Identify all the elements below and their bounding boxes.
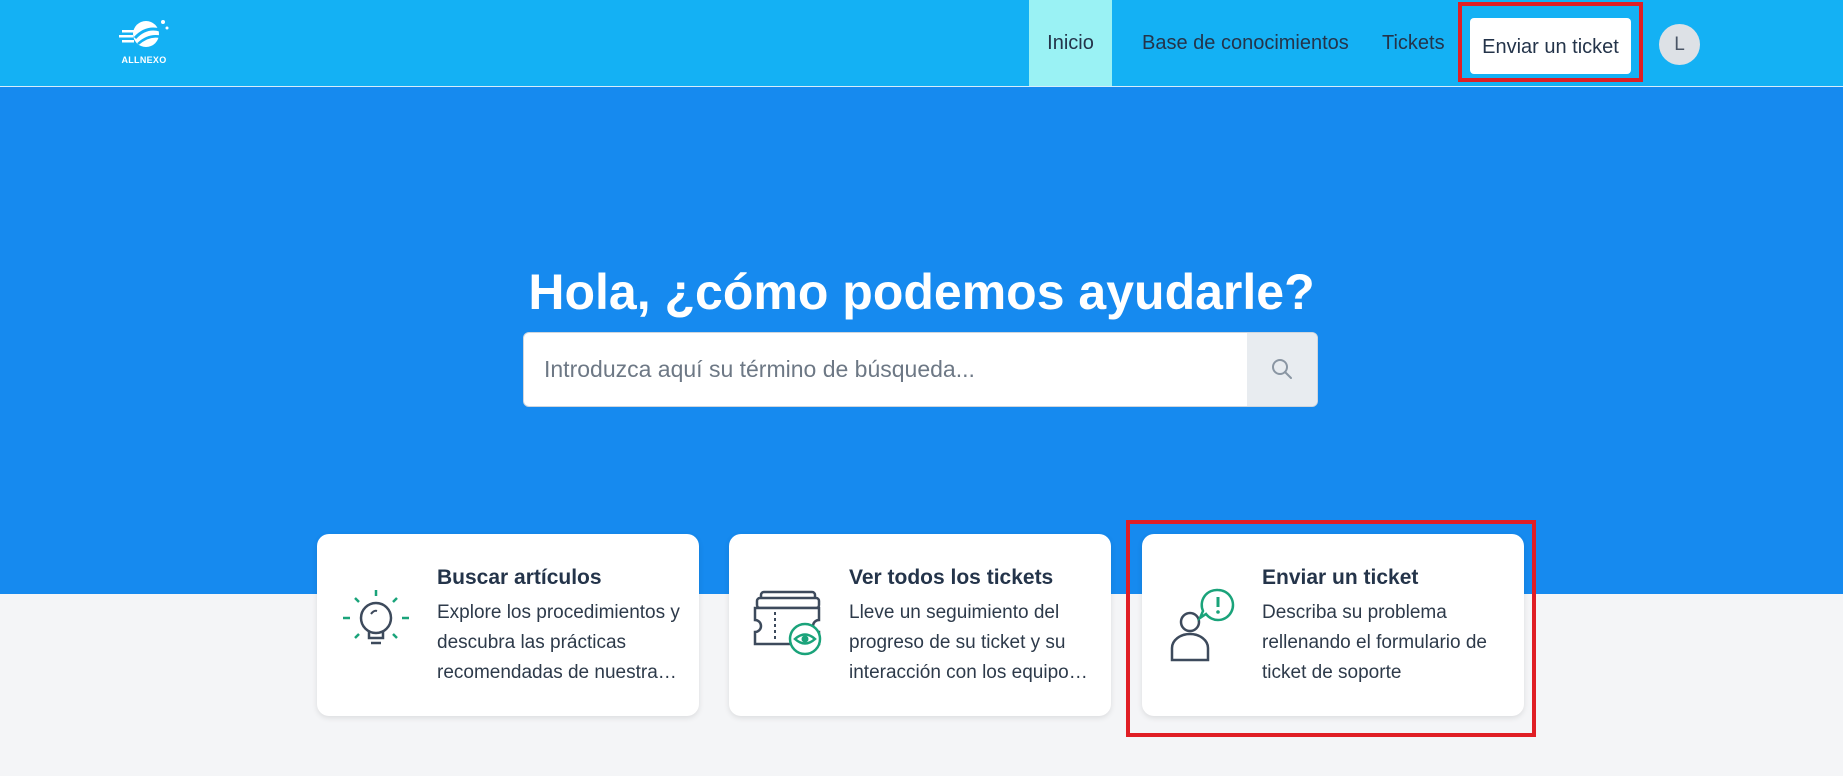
user-avatar[interactable]: L: [1659, 24, 1700, 65]
brand-logo[interactable]: ALLNEXO: [116, 16, 172, 72]
nav-inicio[interactable]: Inicio: [1029, 0, 1112, 86]
hero-title: Hola, ¿cómo podemos ayudarle?: [528, 264, 1315, 320]
card-search-articles[interactable]: Buscar artículos Explore los procedimien…: [317, 534, 699, 716]
logo-wordmark: ALLNEXO: [121, 55, 167, 65]
card-submit-ticket[interactable]: Enviar un ticket Describa su problema re…: [1142, 534, 1524, 716]
submit-ticket-button[interactable]: Enviar un ticket: [1470, 18, 1631, 74]
search-icon: [1272, 359, 1292, 379]
search-button[interactable]: [1247, 333, 1317, 406]
card-view-tickets[interactable]: Ver todos los tickets Lleve un seguimien…: [729, 534, 1111, 716]
card-description: Describa su problema rellenando el formu…: [1262, 602, 1487, 683]
person-alert-icon: [1170, 588, 1235, 662]
card-description: Explore los procedimientos y descubra la…: [437, 602, 680, 683]
card-title: Buscar artículos: [437, 566, 602, 589]
lightbulb-icon: [343, 590, 409, 645]
nav-tickets[interactable]: Tickets: [1382, 0, 1445, 86]
nav-base-de-conocimientos[interactable]: Base de conocimientos: [1142, 0, 1349, 86]
ticket-eye-icon: [753, 590, 822, 656]
search-bar: [523, 332, 1318, 407]
search-input[interactable]: [524, 333, 1248, 406]
top-navigation-bar: ALLNEXO Inicio Base de conocimientos Tic…: [0, 0, 1843, 87]
card-description: Lleve un seguimiento del progreso de su …: [849, 602, 1079, 683]
logo-icon: [119, 20, 169, 47]
card-title: Enviar un ticket: [1262, 566, 1419, 589]
card-title: Ver todos los tickets: [849, 566, 1054, 589]
